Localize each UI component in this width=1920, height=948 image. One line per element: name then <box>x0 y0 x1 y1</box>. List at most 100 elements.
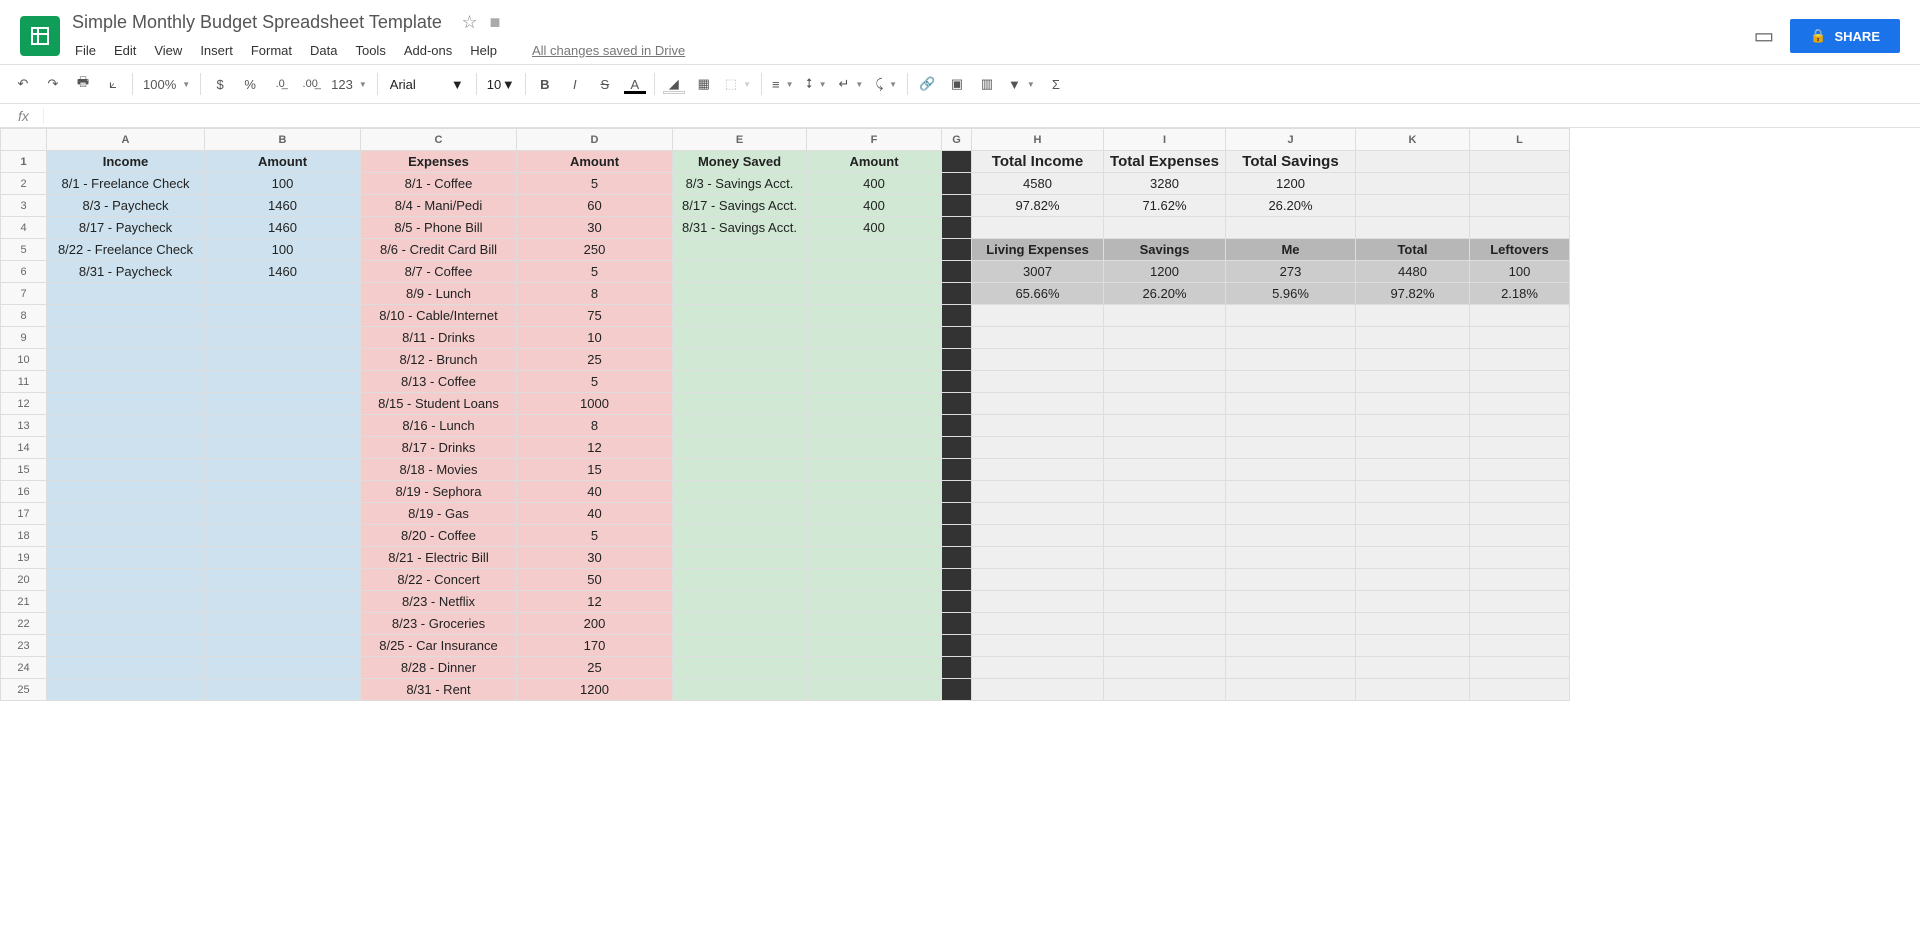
cell-J4[interactable] <box>1226 217 1356 239</box>
cell-B3[interactable]: 1460 <box>205 195 361 217</box>
cell-H25[interactable] <box>972 679 1104 701</box>
menu-tools[interactable]: Tools <box>348 39 392 62</box>
cell-K16[interactable] <box>1356 481 1470 503</box>
cell-I7[interactable]: 26.20% <box>1104 283 1226 305</box>
cell-I21[interactable] <box>1104 591 1226 613</box>
cell-I16[interactable] <box>1104 481 1226 503</box>
cell-F25[interactable] <box>807 679 942 701</box>
cell-B22[interactable] <box>205 613 361 635</box>
cell-L3[interactable] <box>1470 195 1570 217</box>
font-size-select[interactable]: 10▼ <box>481 71 521 97</box>
cell-E10[interactable] <box>673 349 807 371</box>
cell-J23[interactable] <box>1226 635 1356 657</box>
cell-C7[interactable]: 8/9 - Lunch <box>361 283 517 305</box>
menu-data[interactable]: Data <box>303 39 344 62</box>
cell-C12[interactable]: 8/15 - Student Loans <box>361 393 517 415</box>
cell-I14[interactable] <box>1104 437 1226 459</box>
cell-E22[interactable] <box>673 613 807 635</box>
cell-B20[interactable] <box>205 569 361 591</box>
cell-L17[interactable] <box>1470 503 1570 525</box>
cell-F21[interactable] <box>807 591 942 613</box>
col-header-H[interactable]: H <box>972 129 1104 151</box>
cell-K9[interactable] <box>1356 327 1470 349</box>
cell-G6[interactable] <box>942 261 972 283</box>
cell-C15[interactable]: 8/18 - Movies <box>361 459 517 481</box>
cell-I17[interactable] <box>1104 503 1226 525</box>
cell-F24[interactable] <box>807 657 942 679</box>
cell-F22[interactable] <box>807 613 942 635</box>
cell-F19[interactable] <box>807 547 942 569</box>
star-icon[interactable]: ☆ <box>462 12 478 33</box>
cell-F20[interactable] <box>807 569 942 591</box>
cell-H9[interactable] <box>972 327 1104 349</box>
cell-B9[interactable] <box>205 327 361 349</box>
cell-A23[interactable] <box>47 635 205 657</box>
cell-J6[interactable]: 273 <box>1226 261 1356 283</box>
cell-I15[interactable] <box>1104 459 1226 481</box>
cell-C22[interactable]: 8/23 - Groceries <box>361 613 517 635</box>
sheets-logo[interactable] <box>20 16 60 56</box>
menu-insert[interactable]: Insert <box>193 39 240 62</box>
cell-E19[interactable] <box>673 547 807 569</box>
cell-B4[interactable]: 1460 <box>205 217 361 239</box>
cell-G20[interactable] <box>942 569 972 591</box>
decrease-decimal-icon[interactable]: .0̲ <box>265 71 295 97</box>
cell-L25[interactable] <box>1470 679 1570 701</box>
cell-F8[interactable] <box>807 305 942 327</box>
cell-J13[interactable] <box>1226 415 1356 437</box>
cell-D16[interactable]: 40 <box>517 481 673 503</box>
cell-K7[interactable]: 97.82% <box>1356 283 1470 305</box>
cell-H3[interactable]: 97.82% <box>972 195 1104 217</box>
cell-B24[interactable] <box>205 657 361 679</box>
cell-L21[interactable] <box>1470 591 1570 613</box>
cell-I12[interactable] <box>1104 393 1226 415</box>
row-header-20[interactable]: 20 <box>1 569 47 591</box>
cell-J21[interactable] <box>1226 591 1356 613</box>
cell-C6[interactable]: 8/7 - Coffee <box>361 261 517 283</box>
cell-B17[interactable] <box>205 503 361 525</box>
cell-K15[interactable] <box>1356 459 1470 481</box>
cell-A8[interactable] <box>47 305 205 327</box>
cell-E24[interactable] <box>673 657 807 679</box>
cell-G15[interactable] <box>942 459 972 481</box>
cell-E9[interactable] <box>673 327 807 349</box>
italic-icon[interactable]: I <box>560 71 590 97</box>
cell-K12[interactable] <box>1356 393 1470 415</box>
cell-B23[interactable] <box>205 635 361 657</box>
cell-K21[interactable] <box>1356 591 1470 613</box>
cell-I20[interactable] <box>1104 569 1226 591</box>
row-header-11[interactable]: 11 <box>1 371 47 393</box>
cell-F4[interactable]: 400 <box>807 217 942 239</box>
cell-K3[interactable] <box>1356 195 1470 217</box>
cell-G8[interactable] <box>942 305 972 327</box>
cell-J20[interactable] <box>1226 569 1356 591</box>
cell-I25[interactable] <box>1104 679 1226 701</box>
cell-L18[interactable] <box>1470 525 1570 547</box>
cell-G5[interactable] <box>942 239 972 261</box>
cell-A7[interactable] <box>47 283 205 305</box>
cell-H5[interactable]: Living Expenses <box>972 239 1104 261</box>
cell-E14[interactable] <box>673 437 807 459</box>
cell-C9[interactable]: 8/11 - Drinks <box>361 327 517 349</box>
cell-D19[interactable]: 30 <box>517 547 673 569</box>
cell-G13[interactable] <box>942 415 972 437</box>
row-header-5[interactable]: 5 <box>1 239 47 261</box>
row-header-9[interactable]: 9 <box>1 327 47 349</box>
cell-B11[interactable] <box>205 371 361 393</box>
cell-I3[interactable]: 71.62% <box>1104 195 1226 217</box>
cell-J7[interactable]: 5.96% <box>1226 283 1356 305</box>
cell-B6[interactable]: 1460 <box>205 261 361 283</box>
cell-L13[interactable] <box>1470 415 1570 437</box>
cell-K11[interactable] <box>1356 371 1470 393</box>
cell-F15[interactable] <box>807 459 942 481</box>
cell-F17[interactable] <box>807 503 942 525</box>
cell-C20[interactable]: 8/22 - Concert <box>361 569 517 591</box>
cell-A12[interactable] <box>47 393 205 415</box>
increase-decimal-icon[interactable]: .00̲ <box>295 71 325 97</box>
cell-L10[interactable] <box>1470 349 1570 371</box>
cell-D5[interactable]: 250 <box>517 239 673 261</box>
share-button[interactable]: 🔒 SHARE <box>1790 19 1900 53</box>
cell-G16[interactable] <box>942 481 972 503</box>
filter-icon[interactable]: ▼▼ <box>1002 71 1041 97</box>
cell-F23[interactable] <box>807 635 942 657</box>
